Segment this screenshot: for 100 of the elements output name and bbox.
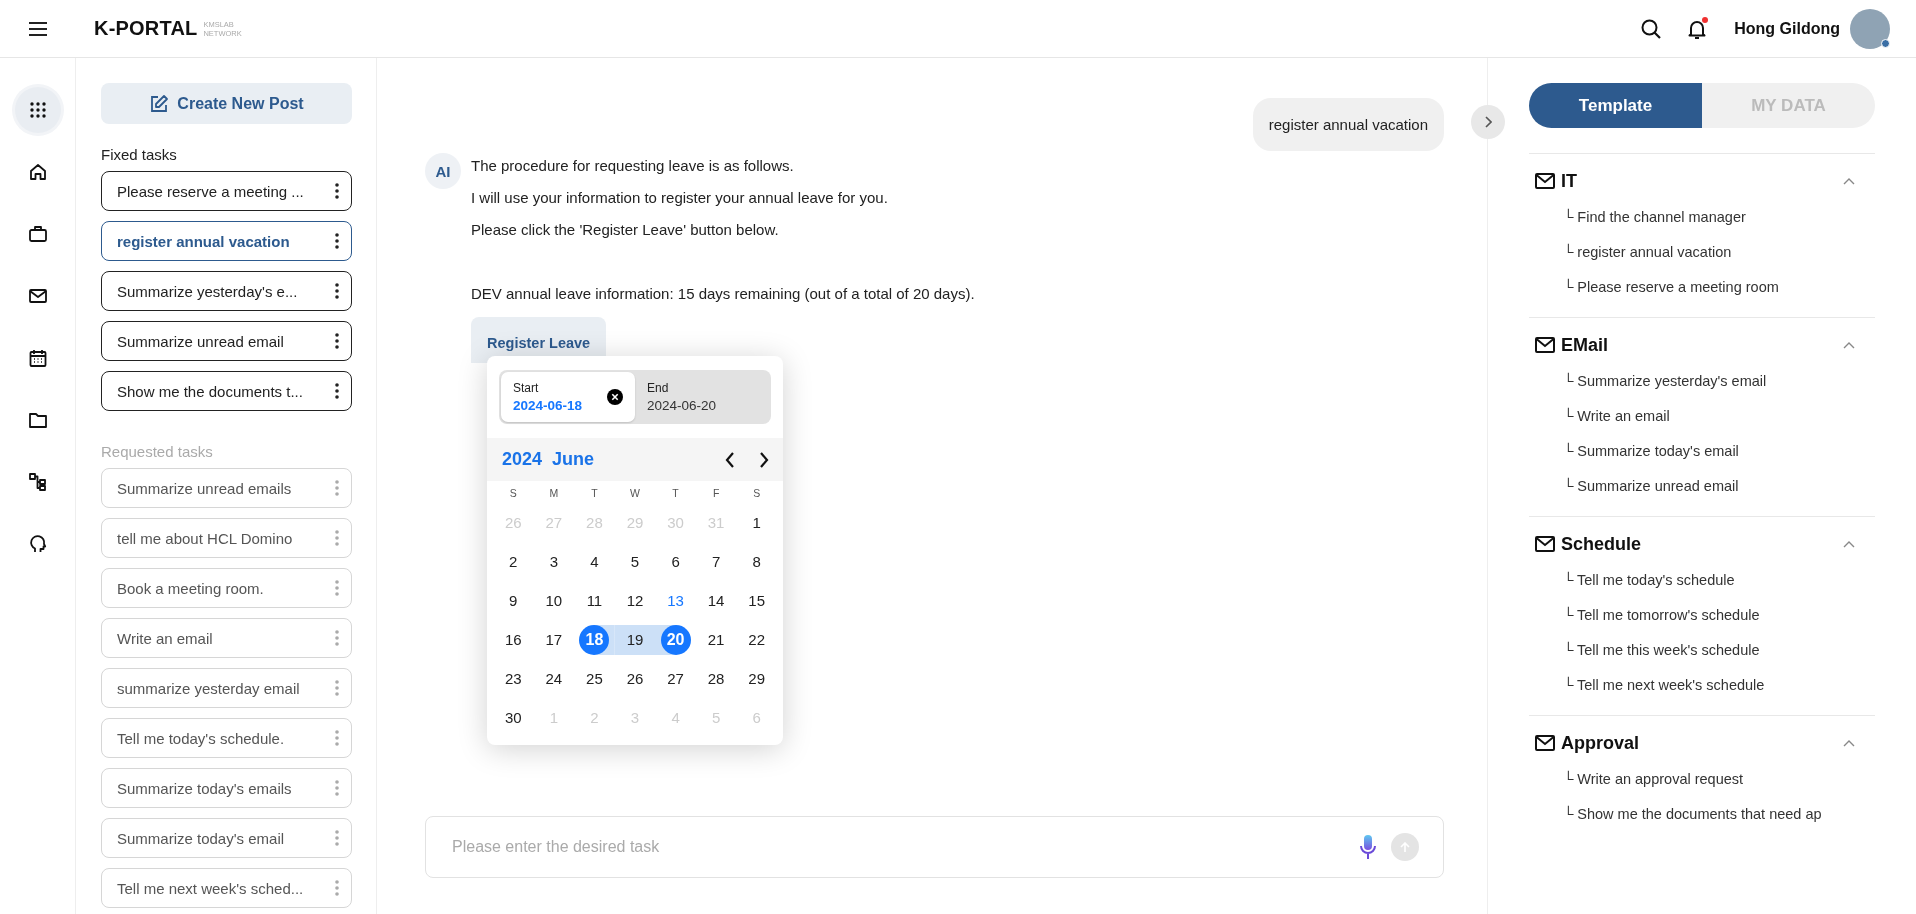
more-icon[interactable] [335, 383, 339, 399]
requested-task-item[interactable]: tell me about HCL Domino [101, 518, 352, 558]
briefcase-icon [27, 224, 48, 244]
template-item[interactable]: └ Show me the documents that need ap [1529, 797, 1875, 832]
requested-task-item[interactable]: Summarize today's emails [101, 768, 352, 808]
template-item[interactable]: └ register annual vacation [1529, 235, 1875, 270]
date-field[interactable]: Start 2024-06-18 [501, 372, 635, 422]
requested-task-item[interactable]: Tell me next week's sched... [101, 868, 352, 908]
task-input-field[interactable]: Please enter the desired task [450, 837, 1345, 857]
ai-message-line: I will use your information to register your annual leave for you. [471, 189, 889, 207]
ai-message-line: DEV annual leave information: 15 days remaining (out of a total of 20 days). [471, 285, 975, 303]
fixed-task-item[interactable]: register annual vacation [101, 221, 352, 261]
next-month-icon[interactable] [758, 450, 770, 469]
chevron-right-icon [1484, 116, 1492, 128]
requested-task-item[interactable]: summarize yesterday email [101, 668, 352, 708]
collapse-chevron-icon[interactable] [1843, 177, 1855, 185]
template-item[interactable]: └ Tell me next week's schedule [1529, 668, 1875, 703]
section-label: Requested tasks [101, 443, 214, 460]
calendar-day[interactable]: 2 [498, 546, 529, 577]
more-icon[interactable] [335, 233, 339, 249]
requested-task-item[interactable]: Summarize unread emails [101, 468, 352, 508]
requested-task-item[interactable]: Book a meeting room. [101, 568, 352, 608]
clear-icon[interactable] [607, 389, 623, 405]
weekday-label: S [752, 486, 762, 501]
requested-task-item[interactable]: Tell me today's schedule. [101, 718, 352, 758]
requested-task-item[interactable]: Summarize today's email [101, 818, 352, 858]
weekday-label: M [548, 486, 560, 501]
calendar-day[interactable]: 14 [701, 585, 732, 616]
calendar-day[interactable]: 20 [660, 624, 691, 655]
calendar-day[interactable]: 12 [620, 585, 650, 616]
category-title[interactable]: Approval [1561, 732, 1837, 754]
calendar-day[interactable]: 5 [620, 546, 650, 577]
template-item[interactable]: └ Tell me tomorrow's schedule [1529, 598, 1875, 633]
template-item[interactable]: └ Please reserve a meeting room [1529, 270, 1875, 305]
calendar-day[interactable]: 8 [741, 546, 772, 577]
template-item[interactable]: └ Tell me today's schedule [1529, 563, 1875, 598]
more-icon[interactable] [335, 283, 339, 299]
collapse-chevron-icon[interactable] [1843, 739, 1855, 747]
calendar-day[interactable]: 16 [498, 624, 529, 655]
requested-task-item[interactable]: Write an email [101, 618, 352, 658]
calendar-day[interactable]: 29 [741, 663, 772, 694]
search-icon[interactable] [1640, 17, 1663, 40]
fixed-task-item[interactable]: Show me the documents t... [101, 371, 352, 411]
calendar-day[interactable]: 23 [498, 663, 529, 694]
calendar-day[interactable]: 30 [498, 702, 529, 733]
calendar-day[interactable]: 22 [741, 624, 772, 655]
calendar-day[interactable]: 21 [701, 624, 732, 655]
hierarchy-icon [27, 472, 48, 492]
create-new-post-button[interactable]: Create New Post [101, 83, 352, 124]
calendar-day[interactable]: 7 [701, 546, 732, 577]
date-field[interactable]: End 2024-06-20 [635, 372, 769, 422]
template-item[interactable]: └ Write an approval request [1529, 762, 1875, 797]
user-name[interactable]: Hong Gildong [1734, 19, 1840, 38]
calendar-day[interactable]: 4 [579, 546, 610, 577]
more-icon[interactable] [335, 333, 339, 349]
ai-message-line: The procedure for requesting leave is as follows. [471, 157, 795, 175]
menu-icon[interactable] [28, 21, 48, 36]
template-item[interactable]: └ Write an email [1529, 399, 1875, 434]
template-item[interactable]: └ Tell me this week's schedule [1529, 633, 1875, 668]
calendar-day[interactable]: 24 [538, 663, 569, 694]
template-item[interactable]: └ Summarize yesterday's email [1529, 364, 1875, 399]
calendar-day[interactable]: 18 [579, 624, 610, 655]
calendar-day[interactable]: 25 [579, 663, 610, 694]
fixed-task-item[interactable]: Summarize yesterday's e... [101, 271, 352, 311]
envelope-icon [1535, 337, 1555, 353]
collapse-panel-button[interactable] [1471, 105, 1505, 139]
calendar-day[interactable]: 17 [538, 624, 569, 655]
calendar-day[interactable]: 26 [620, 663, 650, 694]
panel-tab[interactable]: Template [1529, 83, 1702, 128]
logo[interactable]: K-PORTAL [94, 17, 198, 40]
template-item[interactable]: └ Find the channel manager [1529, 200, 1875, 235]
calendar-day[interactable]: 28 [701, 663, 732, 694]
template-item[interactable]: └ Summarize today's email [1529, 434, 1875, 469]
previous-month-icon[interactable] [724, 450, 736, 469]
category-title[interactable]: Schedule [1561, 533, 1837, 555]
year-month-label: 2024 June [502, 449, 596, 470]
input-bar[interactable]: Please enter the desired task [425, 816, 1444, 878]
fixed-task-item[interactable]: Summarize unread email [101, 321, 352, 361]
calendar-day[interactable]: 13 [660, 585, 691, 616]
category-title[interactable]: EMail [1561, 334, 1837, 356]
fixed-task-item[interactable]: Please reserve a meeting ... [101, 171, 352, 211]
collapse-chevron-icon[interactable] [1843, 341, 1855, 349]
calendar-day[interactable]: 1 [741, 507, 772, 538]
template-item[interactable]: └ Summarize unread email [1529, 469, 1875, 504]
calendar-day[interactable]: 27 [660, 663, 691, 694]
collapse-chevron-icon[interactable] [1843, 540, 1855, 548]
user-message: register annual vacation [1252, 98, 1444, 151]
avatar-photo-placeholder[interactable] [1850, 8, 1890, 49]
calendar-day[interactable]: 9 [498, 585, 529, 616]
calendar-day[interactable]: 3 [538, 546, 569, 577]
weekday-label: F [711, 486, 721, 501]
category-title[interactable]: IT [1561, 170, 1837, 192]
calendar-day[interactable]: 10 [538, 585, 569, 616]
calendar-day[interactable]: 6 [660, 546, 691, 577]
microphone-icon[interactable] [1359, 834, 1377, 860]
calendar-day[interactable]: 11 [579, 585, 610, 616]
home-icon [27, 162, 48, 182]
more-icon[interactable] [335, 183, 339, 199]
weekday-label: T [590, 486, 599, 501]
calendar-day[interactable]: 15 [741, 585, 772, 616]
